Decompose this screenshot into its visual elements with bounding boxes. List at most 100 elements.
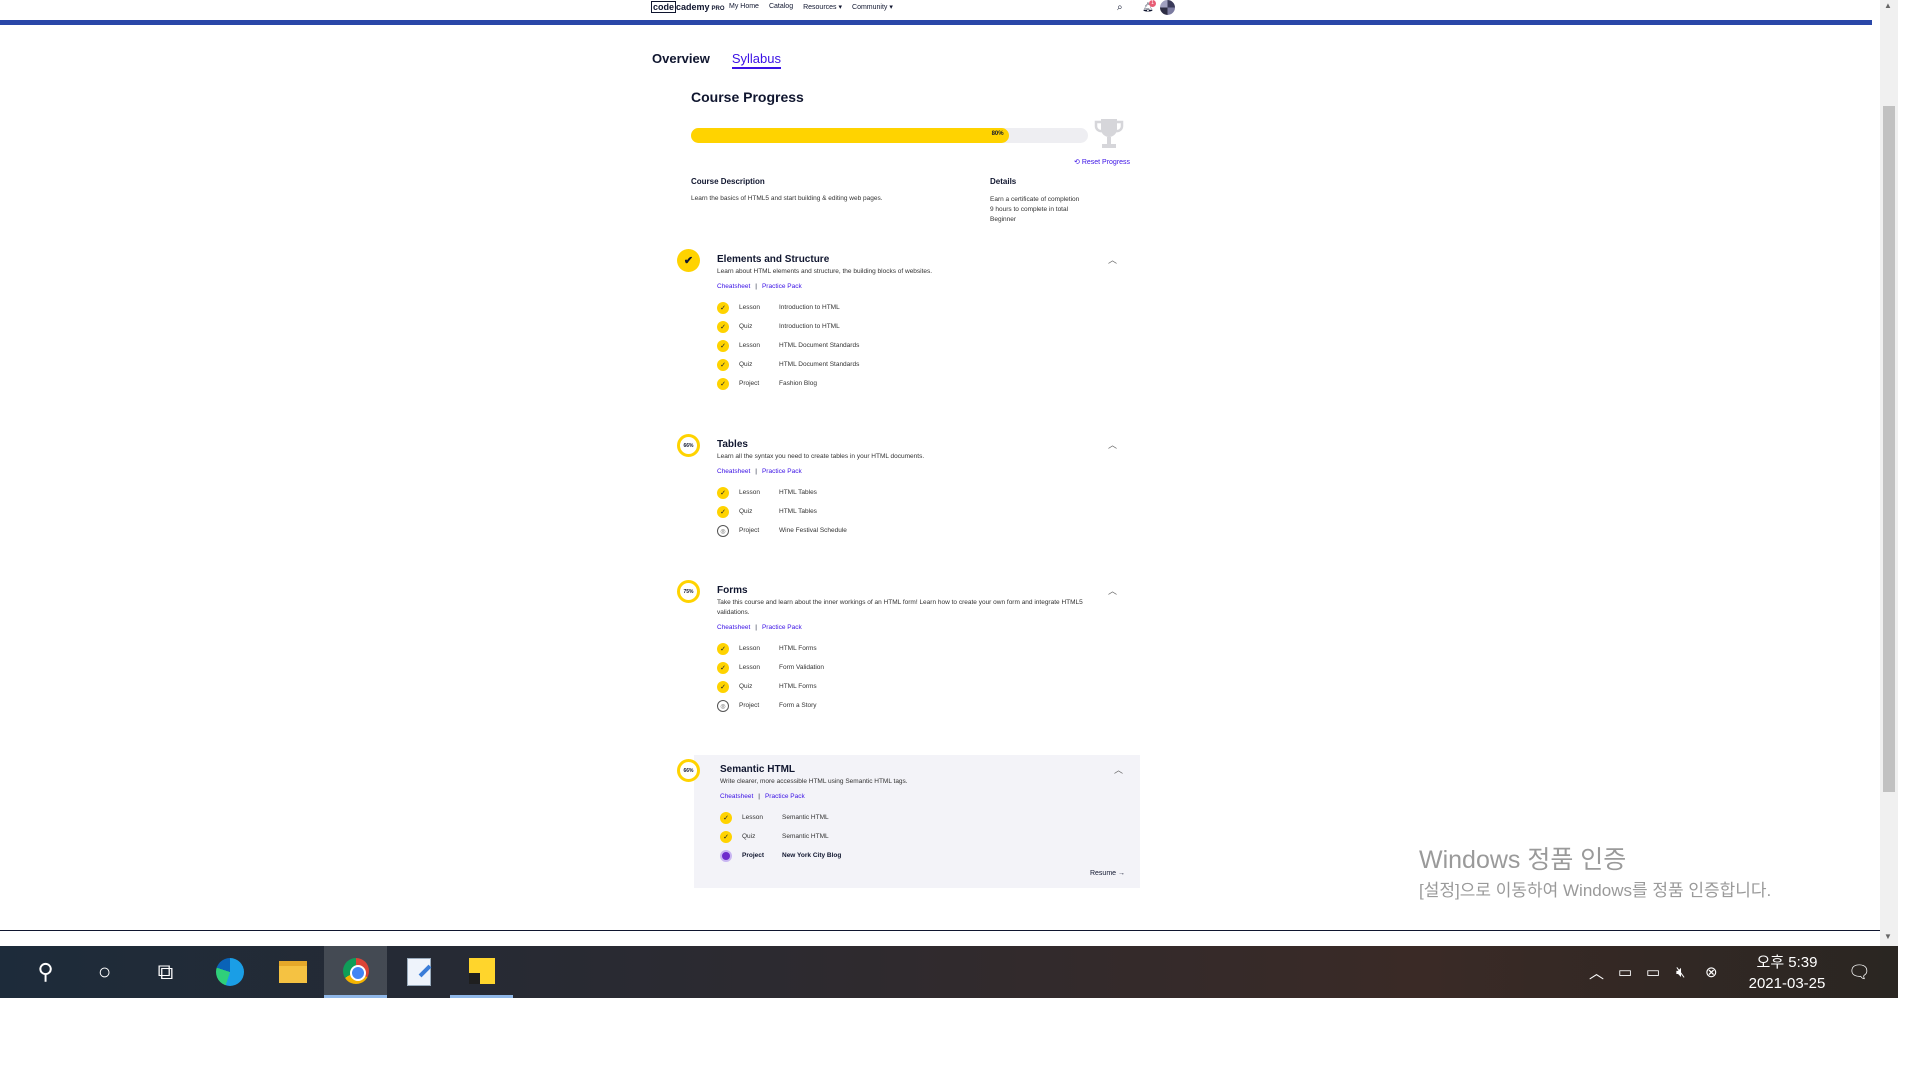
list-item[interactable]: ✓ Lesson HTML Forms: [717, 643, 1017, 657]
search-icon[interactable]: ⚲: [14, 946, 77, 998]
course-progress-percent: 80%: [991, 131, 1004, 137]
sticky-notes-icon[interactable]: [450, 946, 513, 998]
show-hidden-icons-icon[interactable]: ︿: [1589, 946, 1604, 998]
course-description-heading: Course Description: [691, 177, 765, 186]
practice-pack-link[interactable]: Practice Pack: [762, 468, 802, 475]
volume-muted-icon[interactable]: 🔇︎: [1676, 946, 1685, 998]
scrollbar-thumb[interactable]: [1883, 106, 1895, 792]
desktop-margin: [0, 998, 1920, 1080]
list-item[interactable]: ✓ Lesson HTML Document Standards: [717, 340, 1017, 354]
course-description-text: Learn the basics of HTML5 and start buil…: [691, 195, 883, 202]
list-item[interactable]: ✓ Quiz HTML Document Standards: [717, 359, 1017, 373]
notification-badge: 1: [1149, 0, 1156, 7]
check-icon: ✓: [717, 359, 729, 371]
module-title[interactable]: Tables: [717, 439, 748, 450]
detail-certificate: Earn a certificate of completion: [990, 196, 1080, 203]
practice-pack-link[interactable]: Practice Pack: [762, 283, 802, 290]
tab-syllabus[interactable]: Syllabus: [731, 51, 781, 69]
cheatsheet-link[interactable]: Cheatsheet: [717, 283, 750, 290]
nav-resources[interactable]: Resources ▾: [803, 3, 842, 11]
page-scrollbar[interactable]: ▲ ▼: [1880, 0, 1898, 946]
cheatsheet-link[interactable]: Cheatsheet: [717, 468, 750, 475]
check-icon: ✓: [717, 487, 729, 499]
resume-button[interactable]: Resume →: [1090, 870, 1125, 877]
details-list: Earn a certificate of completion 9 hours…: [990, 195, 1079, 225]
list-item[interactable]: ✓ Quiz HTML Forms: [717, 681, 1017, 695]
tab-overview[interactable]: Overview: [652, 51, 710, 69]
check-icon: ✓: [717, 340, 729, 352]
chevron-up-icon[interactable]: ︿: [1114, 763, 1123, 776]
edge-icon[interactable]: [198, 946, 261, 998]
network-error-icon[interactable]: ⊗: [1705, 946, 1718, 998]
nav-icons: ⌕ 🔔︎ 1: [1117, 0, 1177, 15]
module-title[interactable]: Forms: [717, 585, 748, 596]
module-description: Learn all the syntax you need to create …: [717, 453, 925, 460]
check-icon: ✓: [717, 662, 729, 674]
list-item[interactable]: ✓ Project Fashion Blog: [717, 378, 1017, 392]
notepad-icon[interactable]: [387, 946, 450, 998]
course-progress-title: Course Progress: [691, 89, 804, 105]
footer-divider: [0, 930, 1880, 931]
check-icon: ✓: [717, 302, 729, 314]
module-links: Cheatsheet | Practice Pack: [717, 468, 802, 475]
battery-icon[interactable]: ▭: [1646, 946, 1660, 998]
nav-catalog[interactable]: Catalog: [769, 3, 793, 11]
chevron-up-icon[interactable]: ︿: [1108, 253, 1117, 266]
module-forms: 75% Forms ︿ Take this course and learn a…: [677, 580, 1135, 712]
list-item[interactable]: ✓ Lesson HTML Tables: [717, 487, 1017, 501]
codecademy-logo[interactable]: code cademy PRO: [651, 1, 725, 13]
module-title[interactable]: Elements and Structure: [717, 254, 829, 265]
list-item[interactable]: ✓ Lesson Introduction to HTML: [717, 302, 1017, 316]
list-item[interactable]: ◎ Project Form a Story: [717, 700, 1017, 714]
detail-level: Beginner: [990, 216, 1017, 223]
file-explorer-icon[interactable]: [261, 946, 324, 998]
list-item[interactable]: ✓ Quiz Semantic HTML: [720, 831, 1020, 845]
search-icon[interactable]: ⌕: [1117, 2, 1123, 13]
practice-pack-link[interactable]: Practice Pack: [765, 793, 805, 800]
clock-date: 2021-03-25: [1748, 975, 1826, 992]
nav-links: My Home Catalog Resources ▾ Community ▾: [729, 3, 893, 11]
list-item[interactable]: ✓ Quiz HTML Tables: [717, 506, 1017, 520]
chevron-up-icon[interactable]: ︿: [1108, 438, 1117, 451]
detail-hours: 9 hours to complete in total: [990, 206, 1069, 213]
module-complete-check-icon: ✔: [677, 249, 700, 272]
scroll-down-arrow-icon[interactable]: ▼: [1884, 932, 1892, 941]
cortana-icon[interactable]: ○: [73, 946, 136, 998]
nav-community[interactable]: Community ▾: [852, 3, 893, 11]
module-progress-ring: 66%: [677, 759, 700, 782]
chrome-icon[interactable]: [324, 946, 387, 998]
list-item[interactable]: ✓ Quiz Introduction to HTML: [717, 321, 1017, 335]
meet-now-icon[interactable]: ▭: [1618, 946, 1632, 998]
check-icon: ✓: [717, 321, 729, 333]
module-semantic-html: 66% Semantic HTML ︿ Write clearer, more …: [677, 755, 1140, 888]
module-links: Cheatsheet | Practice Pack: [717, 283, 802, 290]
activation-watermark-subtitle: [설정]으로 이동하여 Windows를 정품 인증합니다.: [1419, 881, 1772, 900]
screen: code cademy PRO My Home Catalog Resources …: [0, 0, 1920, 1080]
module-title[interactable]: Semantic HTML: [720, 764, 795, 775]
taskbar-clock[interactable]: 오후 5:39 2021-03-25: [1737, 952, 1837, 994]
project-pending-icon: ◎: [717, 700, 729, 712]
task-view-icon[interactable]: ⧉: [134, 946, 197, 998]
cheatsheet-link[interactable]: Cheatsheet: [717, 624, 750, 631]
windows-taskbar: ⚲ ○ ⧉ ︿ ▭ ▭ 🔇︎ ⊗ 오후 5:39 2021-03-25 🗨︎: [0, 946, 1898, 998]
module-elements-and-structure: ✔ Elements and Structure ︿ Learn about H…: [677, 249, 1135, 399]
chevron-up-icon[interactable]: ︿: [1108, 584, 1117, 597]
scroll-up-arrow-icon[interactable]: ▲: [1884, 1, 1892, 10]
course-progress-fill: 80%: [691, 128, 1009, 143]
reset-progress-button[interactable]: ⟲ Reset Progress: [1074, 158, 1130, 166]
practice-pack-link[interactable]: Practice Pack: [762, 624, 802, 631]
list-item[interactable]: ◎ Project Wine Festival Schedule: [717, 525, 1017, 539]
check-icon: ✓: [720, 831, 732, 843]
nav-my-home[interactable]: My Home: [729, 3, 759, 11]
activation-watermark-title: Windows 정품 인증: [1419, 846, 1627, 874]
avatar[interactable]: [1160, 0, 1175, 15]
list-item[interactable]: Project New York City Blog: [720, 850, 1020, 864]
clock-time: 오후 5:39: [1756, 954, 1818, 971]
list-item[interactable]: ✓ Lesson Form Validation: [717, 662, 1017, 676]
module-description: Learn about HTML elements and structure,…: [717, 268, 933, 275]
module-description: Write clearer, more accessible HTML usin…: [720, 778, 908, 785]
list-item[interactable]: ✓ Lesson Semantic HTML: [720, 812, 1020, 826]
cheatsheet-link[interactable]: Cheatsheet: [720, 793, 753, 800]
check-icon: ✓: [720, 812, 732, 824]
notification-center-icon[interactable]: 🗨︎: [1848, 946, 1871, 998]
